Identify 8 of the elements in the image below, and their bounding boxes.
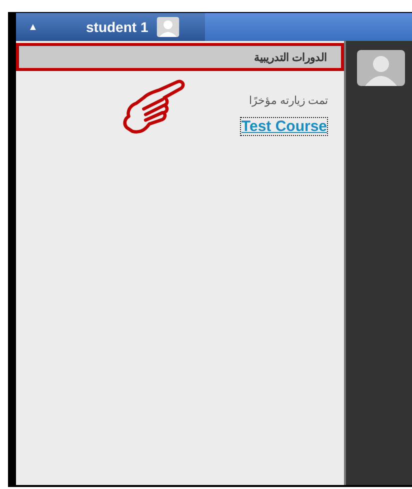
avatar-icon	[357, 50, 405, 86]
caret-icon: ▲	[28, 22, 86, 32]
section-label: تمت زيارته مؤخرًا	[248, 94, 328, 107]
user-name: student 1	[86, 19, 148, 35]
course-link[interactable]: Test Course	[240, 117, 328, 136]
user-menu[interactable]: ▲ student 1	[16, 13, 205, 41]
panel-heading: الدورات التدريبية	[16, 43, 344, 71]
avatar-icon	[156, 17, 180, 37]
